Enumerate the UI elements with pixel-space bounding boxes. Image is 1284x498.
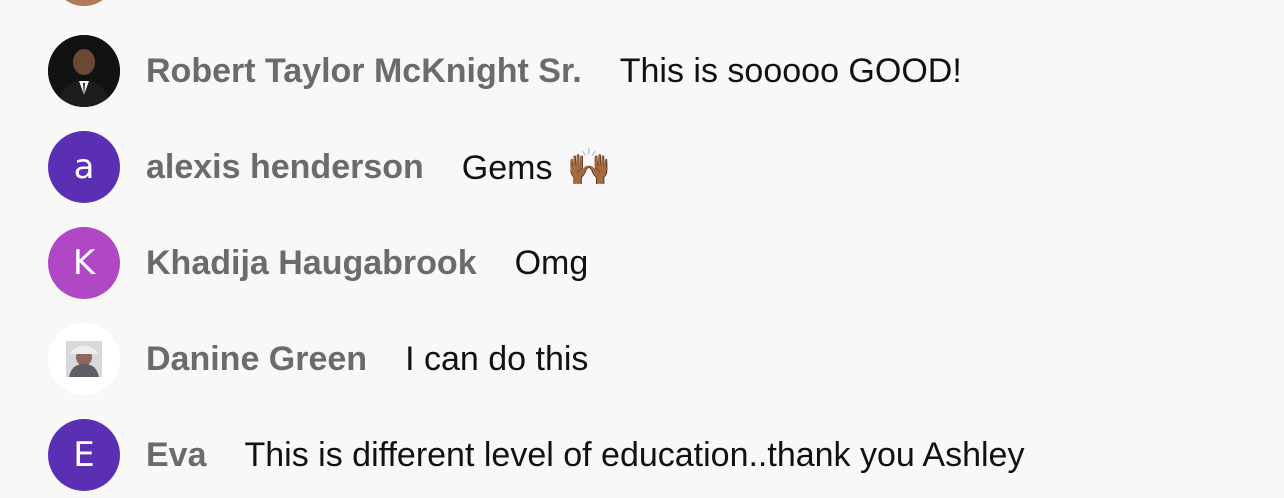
commenter-name: alexis henderson (146, 147, 424, 186)
avatar-initial: E (73, 435, 95, 475)
commenter-name: Eva (146, 435, 207, 474)
raising-hands-emoji: 🙌🏾 (566, 146, 612, 187)
avatar[interactable] (48, 323, 120, 395)
comment-text-body: Gems (461, 149, 553, 187)
comment-row: E Eva This is different level of educati… (48, 419, 1024, 491)
commenter-name: Robert Taylor McKnight Sr. (146, 51, 582, 90)
avatar[interactable]: E (48, 419, 120, 491)
avatar-initial: a (73, 147, 95, 187)
avatar-initial: K (72, 243, 96, 283)
person-photo-icon (48, 323, 120, 395)
comment-text: Gems 🙌🏾 (462, 146, 612, 188)
comment-row: Robert Taylor McKnight Sr. This is soooo… (48, 35, 962, 107)
comment-list: Robert Taylor McKnight Sr. This is soooo… (0, 0, 1284, 498)
comment-text: I can do this (405, 339, 589, 378)
person-photo-icon (48, 35, 120, 107)
avatar[interactable]: K (48, 227, 120, 299)
partial-avatar (52, 0, 116, 6)
comment-text: This is sooooo GOOD! (619, 51, 962, 90)
avatar[interactable] (48, 35, 120, 107)
comment-row: a alexis henderson Gems 🙌🏾 (48, 131, 611, 203)
avatar[interactable]: a (48, 131, 120, 203)
comment-row: Danine Green I can do this (48, 323, 588, 395)
comment-text: This is different level of education..th… (244, 435, 1025, 474)
commenter-name: Khadija Haugabrook (146, 243, 477, 282)
commenter-name: Danine Green (146, 339, 368, 378)
comment-text: Omg (514, 243, 589, 282)
comment-row: K Khadija Haugabrook Omg (48, 227, 588, 299)
